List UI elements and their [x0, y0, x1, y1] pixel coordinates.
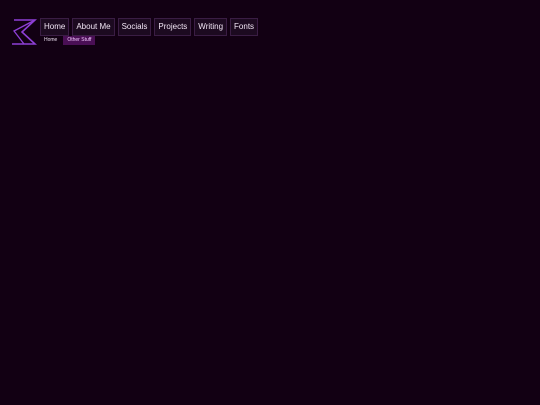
subnav-item-other-stuff[interactable]: Other Stuff: [63, 36, 96, 45]
nav-item-writing[interactable]: Writing: [194, 18, 228, 36]
main-nav: Home About Me Socials Projects Writing F…: [40, 18, 259, 36]
site-logo-icon[interactable]: [10, 19, 38, 45]
nav-item-fonts[interactable]: Fonts: [230, 18, 259, 36]
nav-item-about-me[interactable]: About Me: [72, 18, 115, 36]
sigma-hourglass-logo-icon: [12, 19, 38, 45]
nav-item-projects[interactable]: Projects: [154, 18, 192, 36]
sub-nav: Home Other Stuff: [40, 36, 96, 45]
page: Home About Me Socials Projects Writing F…: [0, 0, 540, 405]
subnav-item-home[interactable]: Home: [40, 36, 61, 45]
nav-item-socials[interactable]: Socials: [117, 18, 152, 36]
nav-item-home[interactable]: Home: [40, 18, 70, 36]
